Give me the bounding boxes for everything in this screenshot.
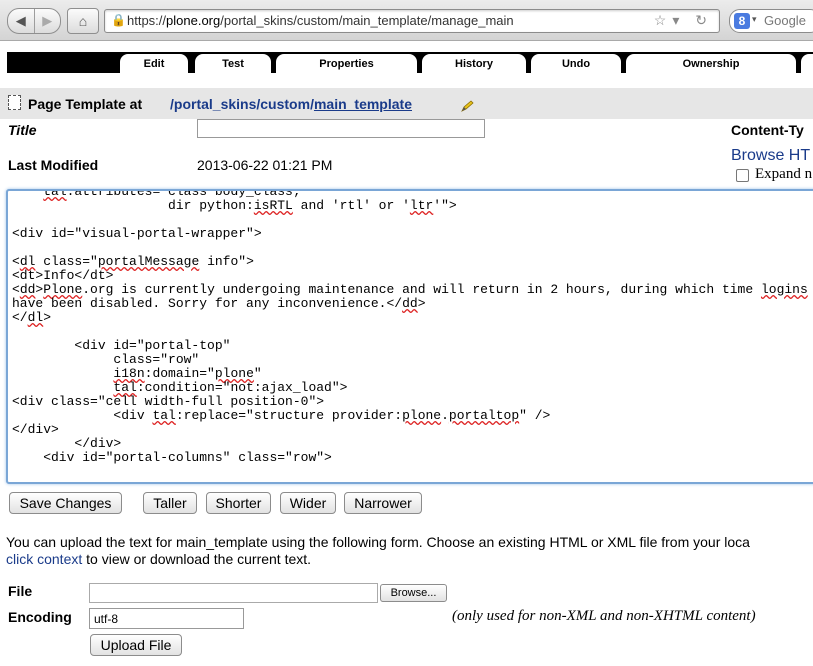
- browser-toolbar: ◀ ▶ ⌂ 🔒 https://plone.org/portal_skins/c…: [0, 0, 813, 41]
- tab-history[interactable]: History: [422, 54, 526, 73]
- file-input[interactable]: [89, 583, 378, 603]
- pencil-icon[interactable]: [460, 100, 474, 112]
- breadcrumb-portal-skins[interactable]: portal_skins: [174, 96, 256, 112]
- save-changes-button[interactable]: Save Changes: [9, 492, 122, 514]
- nav-buttons: ◀ ▶: [7, 8, 61, 34]
- click-context-link[interactable]: click context: [6, 551, 82, 567]
- misspelled-word: dl: [19, 254, 36, 269]
- misspelled-word: logins: [760, 282, 808, 297]
- misspelled-word: portalMessage: [97, 254, 200, 269]
- tab-test[interactable]: Test: [195, 54, 271, 73]
- tab-overflow[interactable]: [801, 54, 813, 73]
- expand-label: Expand n: [755, 166, 813, 182]
- upload-text-line2: to view or download the current text.: [82, 551, 312, 567]
- search-placeholder: Google: [764, 13, 806, 28]
- code-line: have been disabled. Sorry for any inconv…: [12, 296, 426, 311]
- back-arrow-icon[interactable]: ◀: [8, 9, 34, 33]
- breadcrumb-main-template[interactable]: main_template: [314, 96, 412, 112]
- tab-edit[interactable]: Edit: [120, 54, 188, 73]
- url-text: https://plone.org/portal_skins/custom/ma…: [127, 13, 514, 28]
- encoding-label: Encoding: [8, 609, 72, 625]
- misspelled-word: ltr: [409, 198, 434, 213]
- browse-html-link[interactable]: Browse HT: [731, 147, 810, 165]
- google-icon[interactable]: 8: [734, 13, 750, 29]
- expand-checkbox[interactable]: [736, 169, 749, 182]
- code-line: <dl class="portalMessage info">: [12, 254, 254, 269]
- encoding-input[interactable]: [89, 608, 244, 629]
- forward-arrow-icon[interactable]: ▶: [33, 9, 61, 33]
- narrower-button[interactable]: Narrower: [344, 492, 422, 514]
- shorter-button[interactable]: Shorter: [206, 492, 271, 514]
- misspelled-word: dd: [19, 282, 36, 297]
- misspelled-word: plone: [214, 366, 254, 381]
- code-line: tal:condition="not:ajax_load">: [113, 380, 348, 395]
- code-line: <div tal:replace="structure provider:plo…: [12, 408, 551, 423]
- wider-button[interactable]: Wider: [280, 492, 336, 514]
- tab-ownership[interactable]: Ownership: [626, 54, 796, 73]
- misspelled-word: Plone: [43, 282, 83, 297]
- address-bar[interactable]: 🔒 https://plone.org/portal_skins/custom/…: [104, 9, 720, 33]
- last-modified-label: Last Modified: [8, 157, 99, 173]
- misspelled-word: dd: [402, 296, 418, 311]
- taller-button[interactable]: Taller: [143, 492, 197, 514]
- code-line: class="row": [12, 352, 200, 367]
- breadcrumb: /portal_skins/custom/main_template: [170, 96, 412, 112]
- lock-icon: 🔒: [111, 13, 126, 27]
- code-line: </div>: [12, 436, 122, 451]
- code-line: <div id="portal-columns" class="row">: [12, 450, 332, 465]
- misspelled-word: tal: [113, 380, 137, 395]
- tab-undo[interactable]: Undo: [531, 54, 621, 73]
- code-line: <dd>Plone.org is currently undergoing ma…: [12, 282, 808, 297]
- code-line: i18n:domain="plone": [113, 366, 262, 381]
- page-template-icon: [8, 95, 21, 110]
- page-template-label: Page Template at: [28, 96, 143, 112]
- browse-file-button[interactable]: Browse...: [380, 584, 447, 602]
- url-host: plone.org: [166, 13, 221, 28]
- url-prefix: https://: [127, 13, 167, 28]
- misspelled-word: dl: [27, 310, 44, 325]
- home-icon[interactable]: ⌂: [67, 8, 99, 34]
- title-input[interactable]: [197, 119, 485, 138]
- misspelled-word: i18n: [113, 366, 145, 381]
- code-line: </dl>: [12, 310, 52, 325]
- code-content: tal:attributes="class body_class; dir py…: [12, 191, 808, 465]
- content-type-label: Content-Ty: [731, 122, 804, 138]
- tab-properties[interactable]: Properties: [276, 54, 417, 73]
- upload-file-button[interactable]: Upload File: [90, 634, 182, 656]
- misspelled-word: portaltop: [448, 408, 520, 423]
- url-path: /portal_skins/custom/main_template/manag…: [220, 13, 514, 28]
- chevron-down-icon[interactable]: ▾: [752, 14, 757, 25]
- file-label: File: [8, 583, 33, 599]
- last-modified-value: 2013-06-22 01:21 PM: [197, 157, 333, 173]
- code-line: <div id="visual-portal-wrapper">: [12, 226, 262, 241]
- title-label: Title: [8, 122, 37, 138]
- code-line: dir python:isRTL and 'rtl' or 'ltr'">: [12, 198, 457, 213]
- misspelled-word: isRTL: [253, 198, 293, 213]
- misspelled-word: plone: [402, 408, 442, 423]
- manage-tabs: Edit Test Properties History Undo Owners…: [7, 52, 813, 73]
- upload-instructions: You can upload the text for main_templat…: [6, 534, 813, 568]
- encoding-note: (only used for non-XML and non-XHTML con…: [452, 608, 756, 624]
- template-code-editor[interactable]: tal:attributes="class body_class; dir py…: [6, 189, 813, 484]
- code-line: <div id="portal-top": [12, 338, 231, 353]
- misspelled-word: tal: [152, 408, 176, 423]
- code-line: <dt>Info</dt>: [12, 268, 114, 283]
- breadcrumb-custom[interactable]: custom: [260, 96, 310, 112]
- search-box[interactable]: 8 ▾ Google: [729, 9, 813, 33]
- star-reload-icons[interactable]: ☆▾ ↻: [654, 12, 713, 29]
- code-line: </div>: [12, 422, 59, 437]
- upload-text-line1: You can upload the text for main_templat…: [6, 534, 750, 550]
- code-line: <div class="cell width-full position-0">: [12, 394, 325, 409]
